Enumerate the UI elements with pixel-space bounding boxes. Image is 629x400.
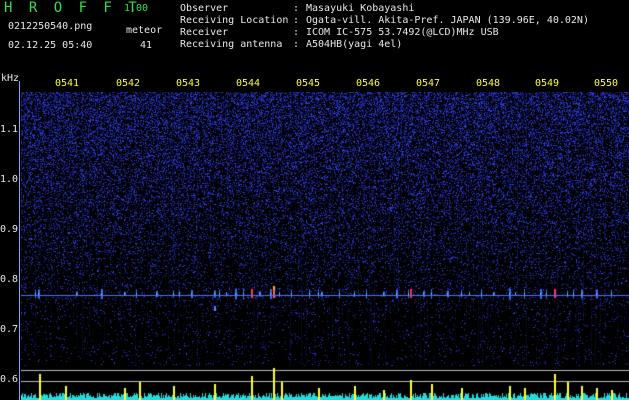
time-tick: 0543: [176, 78, 201, 89]
freq-tick: 1.0: [0, 174, 19, 185]
info-colon: :: [293, 39, 300, 50]
info-value-location: Ogata-vill. Akita-Pref. JAPAN (139.96E, …: [306, 15, 589, 26]
app-version: 1.00: [124, 3, 149, 14]
time-tick: 0547: [416, 78, 441, 89]
time-tick: 0544: [236, 78, 261, 89]
time-tick: 0542: [116, 78, 141, 89]
info-key-antenna: Receiving antenna: [180, 39, 283, 50]
info-key-location: Receiving Location: [180, 15, 289, 26]
info-key-receiver: Receiver: [180, 27, 229, 38]
meteor-activity-plot: [21, 366, 629, 400]
freq-tick: 0.9: [0, 224, 19, 235]
spectrogram-display: [21, 92, 629, 400]
info-value-antenna: A504HB(yagi 4el): [306, 39, 403, 50]
freq-tick: 0.8: [0, 274, 19, 285]
meteor-count: 41: [140, 40, 153, 51]
time-tick: 0549: [535, 78, 560, 89]
time-tick: 0546: [356, 78, 381, 89]
info-value-receiver: ICOM IC-575 53.7492(@LCD)MHz USB: [306, 27, 499, 38]
time-tick: 0541: [55, 78, 80, 89]
info-value-observer: Masayuki Kobayashi: [306, 3, 415, 14]
time-tick: 0545: [296, 78, 321, 89]
info-colon: :: [293, 15, 300, 26]
time-tick: 0548: [476, 78, 501, 89]
freq-tick: 0.6: [0, 374, 19, 385]
info-colon: :: [293, 3, 300, 14]
freq-tick: 0.7: [0, 324, 19, 335]
time-tick: 0550: [594, 78, 619, 89]
timestamp: 02.12.25 05:40: [8, 40, 93, 51]
frequency-axis-line: [19, 81, 20, 400]
meteor-label: meteor: [126, 25, 163, 36]
file-name: 0212250540.png: [8, 21, 93, 32]
freq-tick: 1.1: [0, 124, 19, 135]
info-key-observer: Observer: [180, 3, 229, 14]
khz-unit-label: kHz: [1, 73, 20, 84]
app-title: H R O F F T: [4, 0, 141, 16]
info-colon: :: [293, 27, 300, 38]
